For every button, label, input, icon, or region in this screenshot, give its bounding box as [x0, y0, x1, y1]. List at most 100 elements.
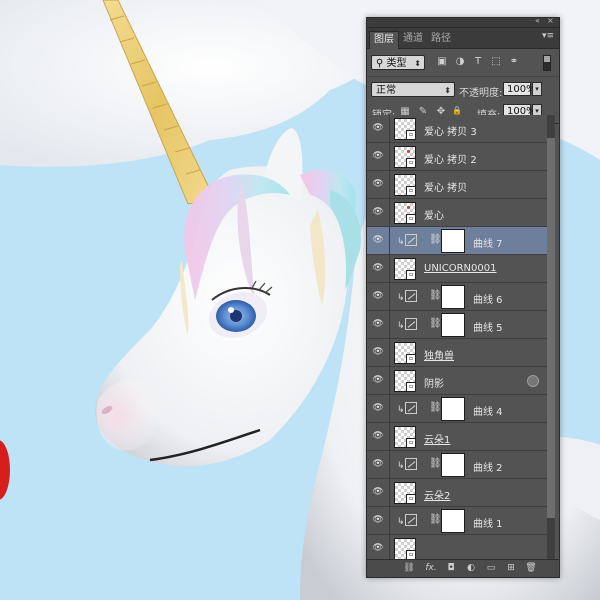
- panel-title-bar[interactable]: « ×: [367, 16, 559, 28]
- layer-thumbnail[interactable]: ▫: [394, 118, 416, 140]
- pixel-filter-icon[interactable]: ▣: [437, 57, 447, 67]
- curves-adjustment-icon[interactable]: [405, 290, 417, 302]
- layer-thumbnail[interactable]: ▫: [394, 482, 416, 504]
- opacity-field[interactable]: 100%: [503, 82, 536, 96]
- visibility-eye-icon[interactable]: 👁: [371, 291, 385, 301]
- layer-mask-thumbnail[interactable]: [441, 285, 465, 309]
- layer-thumbnail[interactable]: ▫: [394, 426, 416, 448]
- layer-row[interactable]: 👁 ▫ 独角兽: [367, 339, 547, 367]
- mask-link-icon[interactable]: ⛓: [429, 402, 442, 413]
- new-layer-icon[interactable]: ⊞: [505, 563, 517, 574]
- visibility-eye-icon[interactable]: 👁: [371, 235, 385, 245]
- layer-mask-thumbnail[interactable]: [441, 313, 465, 337]
- lock-all-icon[interactable]: 🔒: [452, 106, 462, 115]
- layer-thumbnail[interactable]: ▫: [394, 174, 416, 196]
- new-group-icon[interactable]: ▭: [485, 563, 497, 574]
- type-filter-icon[interactable]: T: [473, 57, 483, 67]
- layer-name[interactable]: 独角兽: [424, 347, 454, 362]
- tab-layers[interactable]: 图层: [369, 31, 399, 49]
- opacity-slider-arrow-icon[interactable]: ▾: [532, 82, 542, 96]
- layer-thumbnail[interactable]: ▫: [394, 370, 416, 392]
- mask-link-icon[interactable]: ⛓: [429, 514, 442, 525]
- layer-thumbnail[interactable]: ▫: [394, 342, 416, 364]
- filter-toggle-switch[interactable]: [543, 55, 551, 71]
- layers-scroll-thumb[interactable]: [547, 138, 555, 518]
- layer-row[interactable]: 👁 ▫ 爱心: [367, 199, 547, 227]
- layer-mask-thumbnail[interactable]: [441, 453, 465, 477]
- layer-row[interactable]: 👁 ↳ ⛓ 曲线 4: [367, 395, 547, 423]
- layer-row[interactable]: 👁 ↳ ⛓ 曲线 6: [367, 283, 547, 311]
- layer-row[interactable]: 👁 ↳ ⛓ 曲线 7: [367, 227, 547, 255]
- layer-row[interactable]: 👁 ▫ 爱心 拷贝: [367, 171, 547, 199]
- curves-adjustment-icon[interactable]: [405, 234, 417, 246]
- curves-adjustment-icon[interactable]: [405, 402, 417, 414]
- layer-effects-icon[interactable]: [527, 375, 539, 387]
- adjustment-filter-icon[interactable]: ◑: [455, 57, 465, 67]
- layer-row[interactable]: 👁 ▫ 爱心 拷贝 3: [367, 115, 547, 143]
- layer-row[interactable]: 👁 ▫ UNICORN0001: [367, 255, 547, 283]
- layer-name[interactable]: 爱心 拷贝 2: [424, 151, 477, 166]
- layer-name[interactable]: 曲线 4: [473, 403, 503, 418]
- close-icon[interactable]: ×: [547, 16, 554, 25]
- layer-row[interactable]: 👁 ▫ 爱心 拷贝 2: [367, 143, 547, 171]
- layer-mask-thumbnail[interactable]: [441, 397, 465, 421]
- layer-mask-thumbnail[interactable]: [441, 509, 465, 533]
- layer-name[interactable]: 爱心 拷贝 3: [424, 123, 477, 138]
- blend-mode-select[interactable]: 正常 ⬍: [371, 82, 455, 97]
- visibility-eye-icon[interactable]: 👁: [371, 319, 385, 329]
- visibility-eye-icon[interactable]: 👁: [371, 179, 385, 189]
- link-layers-icon[interactable]: ⛓: [403, 563, 415, 574]
- curves-adjustment-icon[interactable]: [405, 458, 417, 470]
- layer-thumbnail[interactable]: ▫: [394, 202, 416, 224]
- curves-adjustment-icon[interactable]: [405, 318, 417, 330]
- layer-row[interactable]: 👁 ▫ 阴影: [367, 367, 547, 395]
- curves-adjustment-icon[interactable]: [405, 514, 417, 526]
- layer-row[interactable]: 👁 ↳ ⛓ 曲线 1: [367, 507, 547, 535]
- visibility-eye-icon[interactable]: 👁: [371, 487, 385, 497]
- filter-kind-select[interactable]: ⚲ 类型 ⬍: [371, 55, 425, 70]
- visibility-eye-icon[interactable]: 👁: [371, 123, 385, 133]
- mask-link-icon[interactable]: ⛓: [429, 234, 442, 245]
- layer-thumbnail[interactable]: ▫: [394, 146, 416, 168]
- smart-object-filter-icon[interactable]: ⚭: [509, 57, 519, 67]
- layer-name[interactable]: 爱心: [424, 207, 444, 222]
- fx-icon[interactable]: fx.: [425, 563, 437, 574]
- tab-channels[interactable]: 通道: [399, 31, 427, 48]
- layer-thumbnail[interactable]: ▫: [394, 538, 416, 560]
- visibility-eye-icon[interactable]: 👁: [371, 431, 385, 441]
- shape-filter-icon[interactable]: ⬚: [491, 57, 501, 67]
- tab-paths[interactable]: 路径: [427, 31, 455, 48]
- layer-name[interactable]: 爱心 拷贝: [424, 179, 467, 194]
- layer-name[interactable]: 曲线 6: [473, 291, 503, 306]
- add-mask-icon[interactable]: ◘: [445, 563, 457, 574]
- layer-row[interactable]: 👁 ↳ ⛓ 曲线 2: [367, 451, 547, 479]
- panel-menu-icon[interactable]: ▾≡: [542, 31, 554, 41]
- layer-name[interactable]: 阴影: [424, 375, 444, 390]
- layer-name[interactable]: 云朵1: [424, 431, 450, 446]
- layer-row[interactable]: 👁 ↳ ⛓ 曲线 5: [367, 311, 547, 339]
- mask-link-icon[interactable]: ⛓: [429, 458, 442, 469]
- layer-name[interactable]: 曲线 5: [473, 319, 503, 334]
- layer-thumbnail[interactable]: ▫: [394, 258, 416, 280]
- visibility-eye-icon[interactable]: 👁: [371, 515, 385, 525]
- layer-name[interactable]: 曲线 2: [473, 459, 503, 474]
- visibility-eye-icon[interactable]: 👁: [371, 403, 385, 413]
- visibility-eye-icon[interactable]: 👁: [371, 263, 385, 273]
- mask-link-icon[interactable]: ⛓: [429, 318, 442, 329]
- visibility-eye-icon[interactable]: 👁: [371, 459, 385, 469]
- visibility-eye-icon[interactable]: 👁: [371, 543, 385, 553]
- layer-name[interactable]: 曲线 7: [473, 235, 503, 250]
- collapse-icon[interactable]: «: [535, 16, 540, 25]
- layer-row[interactable]: 👁 ▫ 云朵1: [367, 423, 547, 451]
- layer-row[interactable]: 👁 ▫ 云朵2: [367, 479, 547, 507]
- visibility-eye-icon[interactable]: 👁: [371, 151, 385, 161]
- layer-name[interactable]: 曲线 1: [473, 515, 503, 530]
- layer-mask-thumbnail[interactable]: [441, 229, 465, 253]
- layer-name[interactable]: UNICORN0001: [424, 263, 496, 274]
- visibility-eye-icon[interactable]: 👁: [371, 347, 385, 357]
- new-adjustment-icon[interactable]: ◐: [465, 563, 477, 574]
- delete-layer-icon[interactable]: 🗑: [525, 563, 537, 574]
- layer-name[interactable]: 云朵2: [424, 487, 450, 502]
- mask-link-icon[interactable]: ⛓: [429, 290, 442, 301]
- visibility-eye-icon[interactable]: 👁: [371, 207, 385, 217]
